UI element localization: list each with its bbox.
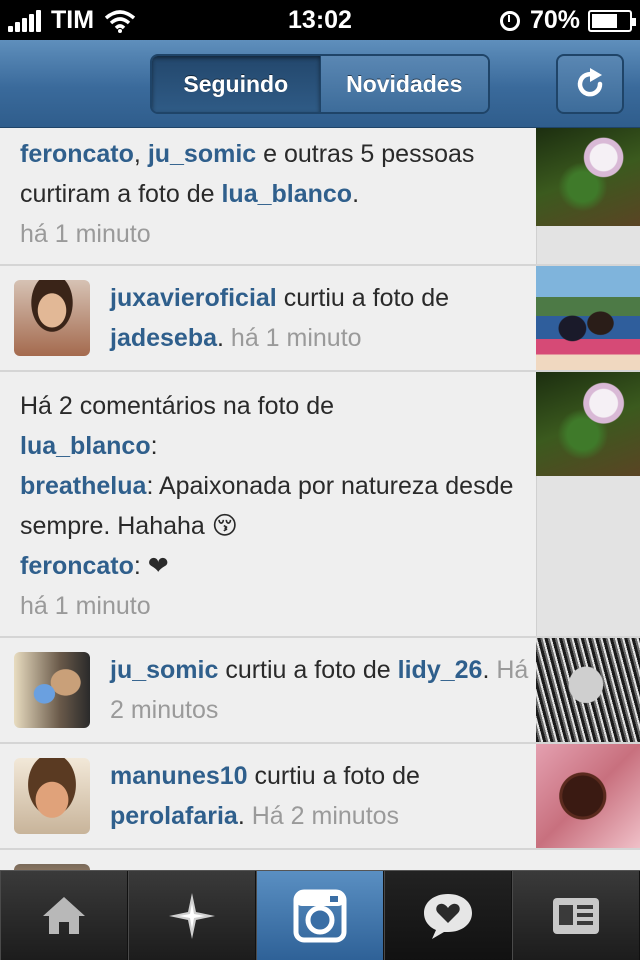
avatar[interactable] <box>14 758 90 834</box>
avatar[interactable] <box>14 652 90 728</box>
tab-news[interactable] <box>384 871 512 960</box>
timestamp: há 1 minuto <box>230 324 362 352</box>
username-link[interactable]: lua_blanco <box>20 432 151 460</box>
explore-icon <box>169 893 215 939</box>
timestamp: há 1 minuto <box>20 220 151 248</box>
username-link[interactable]: perolafaria <box>110 802 238 830</box>
username-link[interactable]: ju_somic <box>148 140 256 168</box>
tab-explore[interactable] <box>128 871 256 960</box>
tab-novidades[interactable]: Novidades <box>319 56 488 112</box>
segmented-control: Seguindo Novidades <box>150 54 490 114</box>
timestamp: Há 2 minutos <box>251 802 400 830</box>
username-link[interactable]: lua_blanco <box>221 180 352 208</box>
refresh-button[interactable] <box>556 54 624 114</box>
camera-icon <box>293 889 347 943</box>
photo-thumbnail[interactable] <box>536 266 640 370</box>
battery-icon <box>588 9 636 32</box>
username-link[interactable]: jadeseba <box>110 324 217 352</box>
tab-profile[interactable] <box>512 871 640 960</box>
nav-bar: Seguindo Novidades <box>0 40 640 128</box>
list-item[interactable]: ju_somic curtiu a foto de lidy_26. Há 2 … <box>0 638 640 744</box>
photo-thumbnail[interactable] <box>536 372 640 476</box>
status-bar: TIM 13:02 70% <box>0 0 640 40</box>
tab-camera[interactable] <box>256 871 384 960</box>
list-item[interactable]: feroncato, ju_somic e outras 5 pessoas c… <box>0 128 640 266</box>
username-link[interactable]: feroncato <box>20 552 134 580</box>
list-item[interactable] <box>0 850 640 870</box>
list-item[interactable]: juxavieroficial curtiu a foto de jadeseb… <box>0 266 640 372</box>
avatar[interactable] <box>14 280 90 356</box>
photo-thumbnail[interactable] <box>536 638 640 742</box>
home-icon <box>43 897 85 934</box>
photo-thumbnail[interactable] <box>536 744 640 848</box>
list-item[interactable]: manunes10 curtiu a foto de perolafaria. … <box>0 744 640 850</box>
username-link[interactable]: juxavieroficial <box>110 284 277 312</box>
news-icon <box>424 894 472 939</box>
tab-home[interactable] <box>0 871 128 960</box>
profile-icon <box>553 898 599 934</box>
tab-seguindo[interactable]: Seguindo <box>152 56 320 112</box>
refresh-icon <box>577 68 603 97</box>
list-item[interactable]: Há 2 comentários na foto de lua_blanco: … <box>0 372 640 638</box>
orientation-lock-icon <box>499 10 520 31</box>
tab-bar <box>0 870 640 960</box>
timestamp: há 1 minuto <box>20 592 151 620</box>
activity-feed: feroncato, ju_somic e outras 5 pessoas c… <box>0 128 640 870</box>
username-link[interactable]: lidy_26 <box>398 656 483 684</box>
comment-text: : ❤ <box>133 552 169 580</box>
username-link[interactable]: ju_somic <box>110 656 218 684</box>
photo-thumbnail[interactable] <box>536 128 640 226</box>
username-link[interactable]: manunes10 <box>110 762 248 790</box>
username-link[interactable]: breathelua <box>20 472 146 500</box>
battery-percent: 70% <box>529 6 580 34</box>
username-link[interactable]: feroncato <box>20 140 134 168</box>
